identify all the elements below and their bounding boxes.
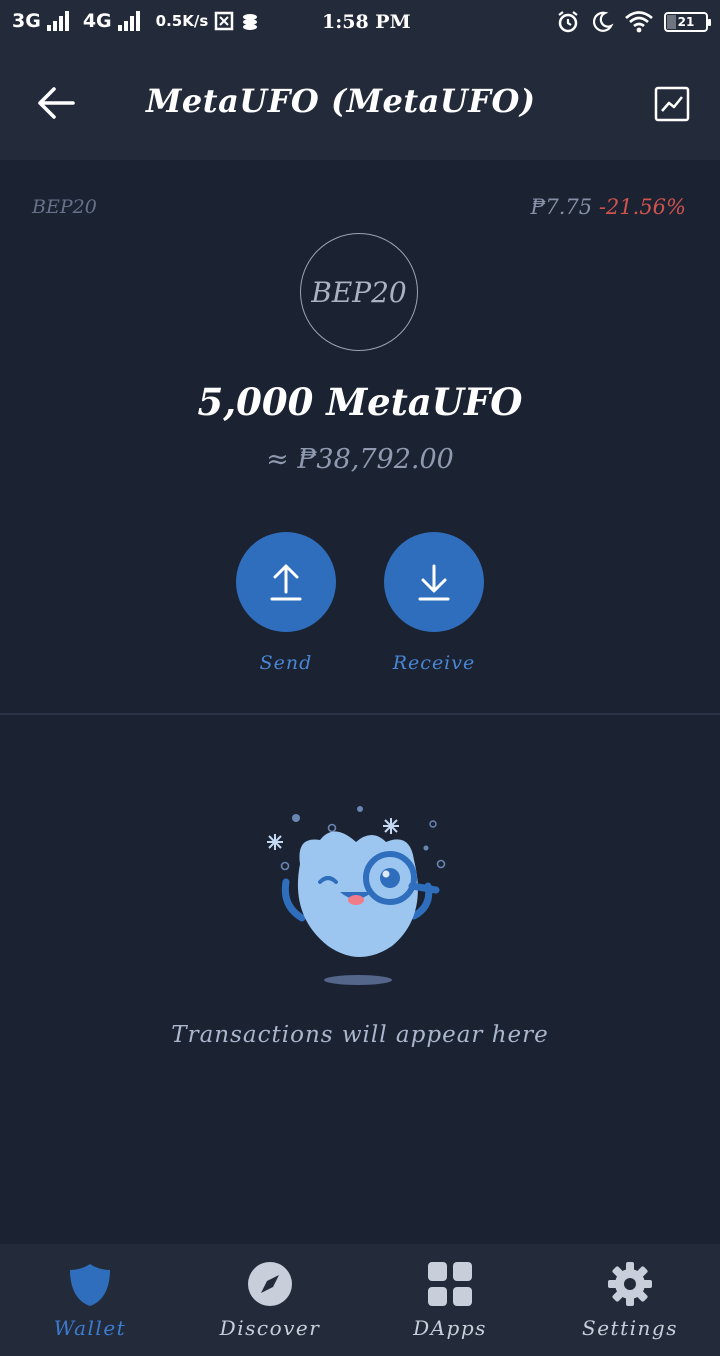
network-tag: BEP20: [32, 196, 97, 218]
signal-icon: [46, 11, 69, 31]
receive-button[interactable]: Receive: [384, 532, 484, 674]
alarm-icon: [558, 11, 578, 33]
fiat-balance: ≈ ₱38,792.00: [266, 444, 454, 475]
send-label: Send: [259, 652, 313, 674]
nav-wallet[interactable]: Wallet: [0, 1244, 180, 1356]
nav-discover[interactable]: Discover: [180, 1244, 360, 1356]
price-info: ₱7.75 -21.56%: [531, 195, 686, 219]
battery-icon: 21: [664, 12, 711, 32]
empty-state-message: Transactions will appear here: [171, 1022, 549, 1048]
nav-discover-label: Discover: [219, 1316, 321, 1340]
send-circle[interactable]: [236, 532, 336, 632]
price-change: -21.56%: [598, 195, 686, 219]
chart-icon[interactable]: [654, 86, 690, 122]
empty-state-illustration: [267, 806, 446, 985]
back-arrow-icon[interactable]: [36, 86, 76, 120]
clock: 1:58 PM: [322, 11, 411, 33]
app-bar: MetaUFO (MetaUFO): [0, 48, 720, 160]
bottom-nav: Wallet Discover DApps Settings: [0, 1244, 720, 1356]
nav-dapps[interactable]: DApps: [360, 1244, 540, 1356]
section-divider: [0, 713, 720, 715]
status-right: 21: [556, 10, 711, 34]
gear-icon: [608, 1262, 652, 1306]
coins-icon: [243, 14, 258, 30]
token-price: ₱7.75: [530, 195, 593, 219]
page-title: MetaUFO (MetaUFO): [146, 82, 536, 120]
moon-icon: [593, 11, 614, 32]
status-bar: 3G 4G 0.5K/s 1:58 PM 21: [0, 0, 720, 48]
network-speed: 0.5K/s: [155, 12, 209, 30]
network-label-2: 4G: [82, 10, 112, 32]
nav-wallet-label: Wallet: [53, 1316, 127, 1340]
compass-icon: [248, 1262, 292, 1306]
screenshot-icon: [215, 11, 234, 31]
status-left: 3G 4G 0.5K/s: [12, 10, 260, 32]
receive-circle[interactable]: [384, 532, 484, 632]
receive-label: Receive: [392, 652, 476, 674]
token-logo: BEP20: [300, 233, 418, 351]
nav-settings[interactable]: Settings: [540, 1244, 720, 1356]
upload-arrow-icon: [270, 564, 302, 601]
shield-icon: [70, 1264, 110, 1306]
grid-icon: [428, 1262, 472, 1306]
send-button[interactable]: Send: [236, 532, 336, 674]
download-arrow-icon: [418, 564, 450, 601]
signal-icon: [117, 11, 140, 31]
battery-level: 21: [677, 15, 695, 29]
nav-dapps-label: DApps: [413, 1316, 487, 1340]
network-label-1: 3G: [12, 10, 41, 32]
token-balance: 5,000 MetaUFO: [197, 380, 523, 424]
wifi-icon: [625, 11, 653, 33]
nav-settings-label: Settings: [582, 1316, 678, 1340]
token-logo-text: BEP20: [311, 275, 407, 309]
